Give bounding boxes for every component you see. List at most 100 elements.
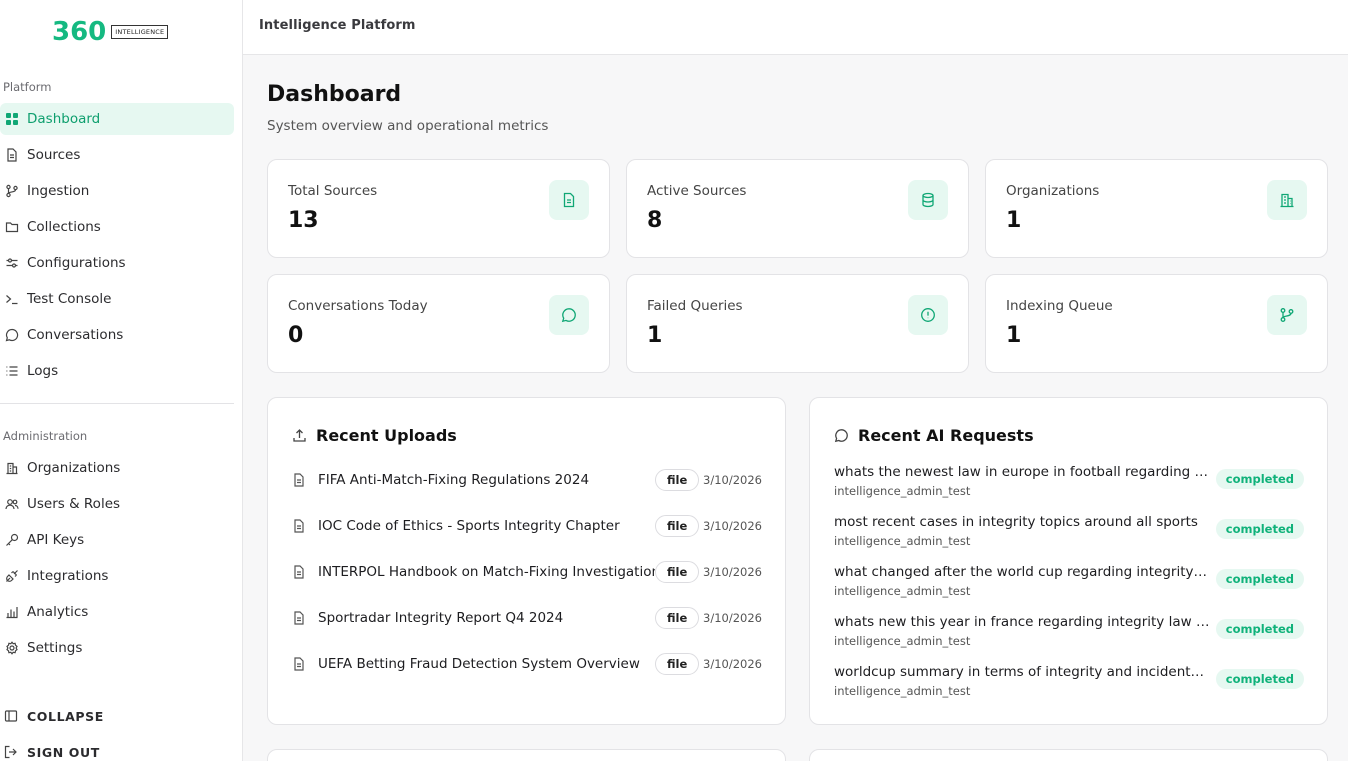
list-icon xyxy=(5,364,19,378)
document-icon xyxy=(294,657,304,671)
sidebar-item-analytics[interactable]: Analytics xyxy=(0,596,234,628)
panel-title-text: Recent AI Requests xyxy=(858,426,1034,445)
list-item[interactable]: what changed after the world cup regardi… xyxy=(834,564,1304,604)
sign-out-button[interactable]: SIGN OUT xyxy=(0,740,100,761)
list-item[interactable]: Sportradar Integrity Report Q4 2024 file… xyxy=(292,606,762,630)
sidebar-item-logs[interactable]: Logs xyxy=(0,355,234,387)
list-item[interactable]: most recent cases in integrity topics ar… xyxy=(834,514,1304,554)
sidebar-item-label: Organizations xyxy=(27,460,121,476)
list-item[interactable]: INTERPOL Handbook on Match-Fixing Invest… xyxy=(292,560,762,584)
sidebar-item-label: Collections xyxy=(27,219,101,235)
file-icon xyxy=(5,148,19,162)
sidebar-item-sources[interactable]: Sources xyxy=(0,139,234,171)
sidebar-item-label: Settings xyxy=(27,640,83,656)
stat-card-indexing-queue: Indexing Queue 1 xyxy=(985,274,1328,373)
page-subtitle: System overview and operational metrics xyxy=(267,118,549,134)
message-icon xyxy=(5,328,19,342)
recent-uploads-panel: Recent Uploads FIFA Anti-Match-Fixing Re… xyxy=(267,397,786,725)
sidebar-collapse-icon xyxy=(4,710,18,722)
list-item[interactable]: worldcup summary in terms of integrity a… xyxy=(834,664,1304,704)
alert-circle-icon xyxy=(908,295,948,335)
upload-date: 3/10/2026 xyxy=(703,565,762,579)
status-badge: completed xyxy=(1215,469,1304,489)
file-text-icon xyxy=(549,180,589,220)
sidebar-item-label: API Keys xyxy=(27,532,85,548)
request-query: whats the newest law in europe in footba… xyxy=(834,464,1210,480)
stat-card-organizations: Organizations 1 xyxy=(985,159,1328,258)
recent-uploads-title: Recent Uploads xyxy=(292,426,457,445)
sidebar-item-dashboard[interactable]: Dashboard xyxy=(0,103,234,135)
logo-badge: INTELLIGENCE xyxy=(111,25,169,39)
file-type-badge: file xyxy=(655,561,700,583)
stat-value: 1 xyxy=(1006,208,1022,233)
upload-date: 3/10/2026 xyxy=(703,611,762,625)
sidebar-item-configurations[interactable]: Configurations xyxy=(0,247,234,279)
sliders-icon xyxy=(5,256,19,270)
message-icon xyxy=(549,295,589,335)
document-icon xyxy=(294,565,304,579)
sidebar-item-test-console[interactable]: Test Console xyxy=(0,283,234,315)
stat-card-conversations-today: Conversations Today 0 xyxy=(267,274,610,373)
top-bar: Intelligence Platform xyxy=(243,0,1348,55)
file-type-badge: file xyxy=(655,607,700,629)
request-query: worldcup summary in terms of integrity a… xyxy=(834,664,1210,680)
sidebar-item-ingestion[interactable]: Ingestion xyxy=(0,175,234,207)
upload-date: 3/10/2026 xyxy=(703,473,762,487)
brand-logo[interactable]: 360 INTELLIGENCE xyxy=(52,17,169,47)
users-icon xyxy=(5,497,19,511)
stat-card-failed-queries: Failed Queries 1 xyxy=(626,274,969,373)
list-item[interactable]: whats the newest law in europe in footba… xyxy=(834,464,1304,504)
stat-value: 13 xyxy=(288,208,319,233)
list-item[interactable]: whats new this year in france regarding … xyxy=(834,614,1304,654)
upload-name: INTERPOL Handbook on Match-Fixing Invest… xyxy=(318,564,655,580)
sign-out-icon xyxy=(4,745,17,759)
sidebar: 360 INTELLIGENCE Platform Dashboard Sour… xyxy=(0,0,243,761)
list-item[interactable]: IOC Code of Ethics - Sports Integrity Ch… xyxy=(292,514,762,538)
stat-value: 1 xyxy=(1006,323,1022,348)
sidebar-item-conversations[interactable]: Conversations xyxy=(0,319,234,351)
upload-name: FIFA Anti-Match-Fixing Regulations 2024 xyxy=(318,472,590,488)
request-user: intelligence_admin_test xyxy=(834,684,971,698)
stat-card-active-sources: Active Sources 8 xyxy=(626,159,969,258)
document-icon xyxy=(294,611,304,625)
stat-label: Conversations Today xyxy=(288,298,428,314)
recent-requests-title: Recent AI Requests xyxy=(834,426,1034,445)
list-item[interactable]: UEFA Betting Fraud Detection System Over… xyxy=(292,652,762,676)
bar-chart-icon xyxy=(5,605,19,619)
sidebar-item-collections[interactable]: Collections xyxy=(0,211,234,243)
upload-name: IOC Code of Ethics - Sports Integrity Ch… xyxy=(318,518,620,534)
file-type-badge: file xyxy=(655,515,700,537)
logo-number: 360 xyxy=(52,17,107,47)
sidebar-item-organizations[interactable]: Organizations xyxy=(0,452,234,484)
gear-icon xyxy=(5,641,19,655)
sidebar-item-api-keys[interactable]: API Keys xyxy=(0,524,234,556)
building-icon xyxy=(1267,180,1307,220)
grid-icon xyxy=(5,112,19,126)
upload-date: 3/10/2026 xyxy=(703,519,762,533)
status-badge: completed xyxy=(1215,569,1304,589)
sidebar-item-users-roles[interactable]: Users & Roles xyxy=(0,488,234,520)
administration-section-label: Administration xyxy=(3,429,88,443)
upload-name: UEFA Betting Fraud Detection System Over… xyxy=(318,656,640,672)
sign-out-label: SIGN OUT xyxy=(27,744,100,760)
request-user: intelligence_admin_test xyxy=(834,584,971,598)
request-query: what changed after the world cup regardi… xyxy=(834,564,1210,580)
git-branch-icon xyxy=(1267,295,1307,335)
sidebar-item-label: Logs xyxy=(27,363,59,379)
sidebar-item-settings[interactable]: Settings xyxy=(0,632,234,664)
sidebar-item-label: Conversations xyxy=(27,327,124,343)
collapse-button[interactable]: COLLAPSE xyxy=(0,704,104,728)
sidebar-item-label: Analytics xyxy=(27,604,89,620)
request-user: intelligence_admin_test xyxy=(834,534,971,548)
document-icon xyxy=(294,519,304,533)
upload-name: Sportradar Integrity Report Q4 2024 xyxy=(318,610,564,626)
stat-label: Active Sources xyxy=(647,183,747,199)
upload-icon xyxy=(293,429,306,442)
collapse-label: COLLAPSE xyxy=(27,708,104,724)
request-query: most recent cases in integrity topics ar… xyxy=(834,514,1198,530)
stat-label: Indexing Queue xyxy=(1006,298,1113,314)
document-icon xyxy=(294,473,304,487)
sidebar-item-integrations[interactable]: Integrations xyxy=(0,560,234,592)
sidebar-item-label: Ingestion xyxy=(27,183,90,199)
list-item[interactable]: FIFA Anti-Match-Fixing Regulations 2024 … xyxy=(292,468,762,492)
